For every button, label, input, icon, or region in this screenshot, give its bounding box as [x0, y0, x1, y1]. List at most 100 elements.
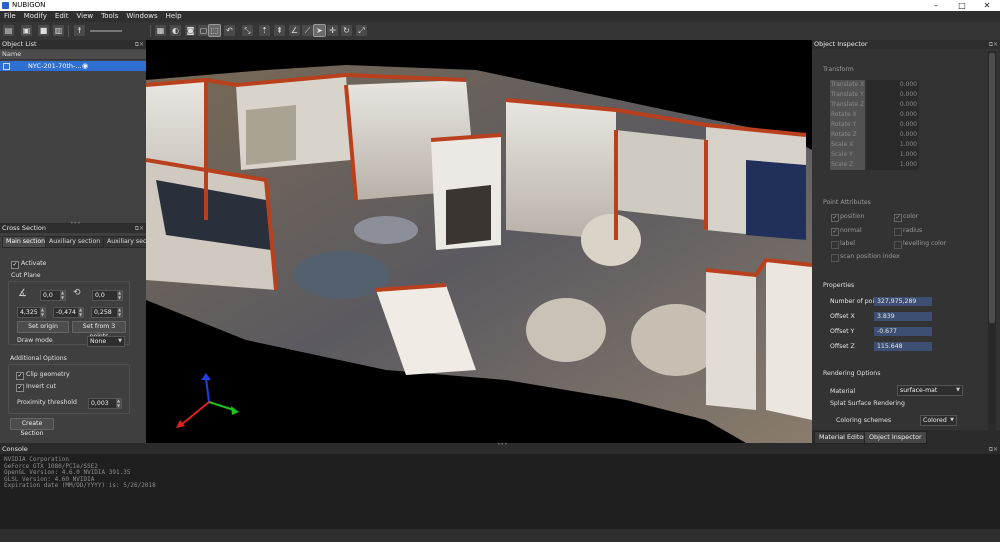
normal-label: normal [840, 227, 862, 234]
cut-icon[interactable]: ⟋ [302, 25, 313, 36]
close-button[interactable]: ✕ [975, 0, 999, 11]
property-value[interactable]: 327,975,289 [874, 297, 932, 306]
object-name: NYC-201-70th-... [28, 62, 82, 70]
object-list-item[interactable]: NYC-201-70th-... ◉ [0, 61, 146, 71]
move-icon[interactable]: ✛ [327, 25, 338, 36]
measure-angle-icon[interactable]: ∠ [289, 25, 300, 36]
scrollbar-thumb[interactable] [989, 53, 995, 323]
oven [446, 185, 491, 245]
spin-arrows-icon[interactable]: ▲ ▼ [117, 307, 122, 317]
transform-key: Translate Y [830, 90, 865, 100]
clip-geometry-label: Clip geometry [26, 371, 70, 378]
menu-modify[interactable]: Modify [20, 11, 51, 22]
position-label: position [840, 213, 865, 220]
material-select[interactable]: surface-mat ▼ [897, 385, 963, 396]
activate-checkbox[interactable]: ✓ [11, 261, 19, 269]
maximize-button[interactable]: □ [950, 0, 974, 11]
selection-icon[interactable]: ⬚ [208, 24, 221, 37]
menu-view[interactable]: View [72, 11, 97, 22]
open-file-icon[interactable]: ▣ [21, 25, 32, 36]
angle1-spinbox[interactable]: 0,0 ▲ ▼ [40, 290, 66, 301]
chevron-down-icon: ▼ [950, 417, 954, 423]
pointer-icon[interactable]: ➤ [313, 24, 326, 37]
console-header: Console ⧉✕ [0, 445, 1000, 454]
spin-arrows-icon[interactable]: ▲ ▼ [117, 290, 122, 300]
transform-value: 0.000 [866, 130, 919, 140]
panel-float-close-icon[interactable]: ⧉✕ [135, 224, 144, 233]
inspector-scrollbar[interactable] [988, 51, 996, 434]
proximity-threshold-spinbox[interactable]: 0,003 ▲ ▼ [88, 398, 122, 409]
menu-tools[interactable]: Tools [97, 11, 122, 22]
3d-viewport[interactable] [146, 40, 812, 443]
radius-checkbox[interactable] [894, 228, 902, 236]
menu-windows[interactable]: Windows [122, 11, 161, 22]
tab-auxiliary-section-2[interactable]: Auxiliary sectio [103, 236, 147, 248]
eye-icon[interactable]: ◉ [82, 61, 88, 71]
position-checkbox[interactable]: ✓ [831, 214, 839, 222]
tab-material-editor[interactable]: Material Editor [814, 431, 871, 444]
label-label: label [840, 240, 855, 247]
toolbar-separator [150, 25, 151, 37]
item-visibility-checkbox[interactable] [3, 63, 10, 70]
pin-icon[interactable]: ⇡ [259, 25, 270, 36]
color-icon[interactable]: ◐ [170, 25, 181, 36]
angle2-spinbox[interactable]: 0,0 ▲ ▼ [92, 290, 123, 301]
panel-float-close-icon[interactable]: ⧉✕ [989, 445, 998, 454]
origin-z-spinbox[interactable]: 0,258 ▲ ▼ [91, 307, 123, 318]
new-file-icon[interactable]: ▤ [3, 25, 14, 36]
transform-key: Rotate X [830, 110, 865, 120]
transform-value: 1.000 [866, 140, 919, 150]
tab-object-inspector[interactable]: Object Inspector [864, 431, 927, 444]
rotate-icon[interactable]: ↻ [341, 25, 352, 36]
set-origin-button[interactable]: Set origin [17, 321, 69, 333]
color-label: color [903, 213, 919, 220]
panel-float-close-icon[interactable]: ⧉✕ [989, 40, 998, 49]
console-title: Console [2, 445, 28, 453]
clip-geometry-checkbox[interactable]: ✓ [16, 372, 24, 380]
origin-y-spinbox[interactable]: -0,474 ▲ ▼ [53, 307, 84, 318]
walk-speed-slider[interactable] [90, 30, 122, 32]
property-value[interactable]: 115.648 [874, 342, 932, 351]
scale-icon[interactable]: ⤢ [356, 25, 367, 36]
camera-icon[interactable]: ◙ [185, 25, 196, 36]
lasso-icon[interactable]: ↶ [224, 25, 235, 36]
delete-icon[interactable]: ▥ [53, 25, 64, 36]
normal-checkbox[interactable]: ✓ [831, 228, 839, 236]
menu-file[interactable]: File [0, 11, 20, 22]
spin-arrows-icon[interactable]: ▲ ▼ [116, 398, 121, 408]
spin-arrows-icon[interactable]: ▲ ▼ [40, 307, 45, 317]
spin-arrows-icon[interactable]: ▲ ▼ [78, 307, 83, 317]
tab-main-section[interactable]: Main section [2, 236, 50, 248]
walk-icon[interactable]: ☨ [74, 25, 85, 36]
screenshot-icon[interactable]: ▢ [198, 25, 209, 36]
draw-mode-select[interactable]: None ▼ [87, 336, 125, 347]
panel-float-close-icon[interactable]: ⧉✕ [135, 40, 144, 49]
property-value[interactable]: -0.677 [874, 327, 932, 336]
transform-value: 0.000 [866, 110, 919, 120]
object-list-column-name[interactable]: Name [0, 50, 146, 60]
label-checkbox[interactable] [831, 241, 839, 249]
measure-icon[interactable]: ⇞ [274, 25, 285, 36]
coloring-schemes-select[interactable]: Colored ▼ [920, 415, 957, 426]
property-value[interactable]: 3.839 [874, 312, 932, 321]
set-from-3-points-button[interactable]: Set from 3 points [72, 321, 126, 340]
spin-arrows-icon[interactable]: ▲ ▼ [60, 290, 65, 300]
annotate-icon[interactable]: ⤡ [242, 25, 253, 36]
save-icon[interactable]: ■ [38, 25, 49, 36]
origin-x-spinbox[interactable]: 4,325 ▲ ▼ [17, 307, 46, 318]
proximity-threshold-label: Proximity threshold [17, 399, 77, 406]
tab-auxiliary-section-1[interactable]: Auxiliary section 1 [45, 236, 111, 248]
menu-help[interactable]: Help [162, 11, 186, 22]
minimize-button[interactable]: – [924, 0, 948, 11]
select-icon[interactable]: ▦ [155, 25, 166, 36]
color-checkbox[interactable]: ✓ [894, 214, 902, 222]
transform-key: Translate Z [830, 100, 865, 110]
levelling-color-checkbox[interactable] [894, 241, 902, 249]
scan-position-index-checkbox[interactable] [831, 254, 839, 262]
property-key: Offset Y [830, 328, 855, 335]
toolbar: ▤ ▣ ■ ▥ ☨ ▦ ◐ ◙ ▢ ⬚ ↶ ⤡ ⇡ ⇞ ∠ ⟋ ➤ ✛ ↻ ⤢ [0, 22, 1000, 41]
create-section-button[interactable]: Create Section [10, 418, 54, 437]
object-list-header: Object List ⧉✕ [0, 40, 146, 49]
menu-edit[interactable]: Edit [51, 11, 73, 22]
invert-cut-checkbox[interactable]: ✓ [16, 384, 24, 392]
